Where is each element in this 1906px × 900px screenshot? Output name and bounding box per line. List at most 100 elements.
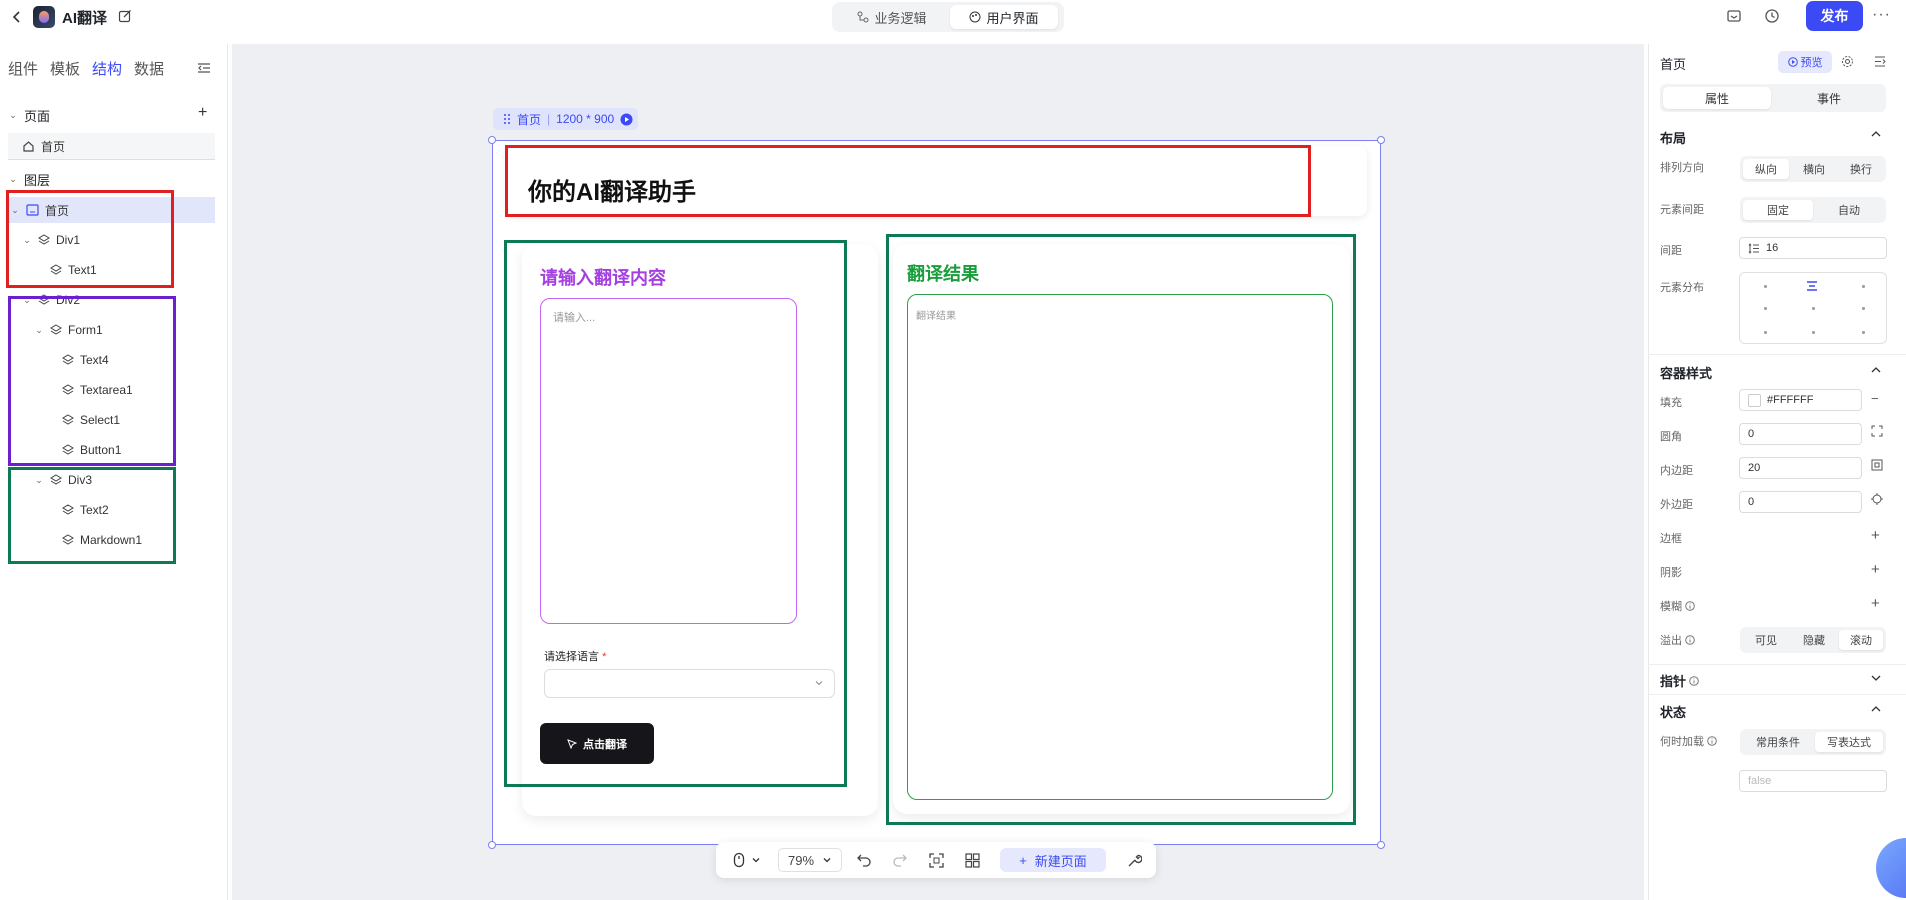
publish-button[interactable]: 发布 (1806, 1, 1863, 31)
add-blur-icon[interactable]: + (1871, 595, 1880, 612)
fill-input[interactable]: #FFFFFF (1739, 389, 1862, 411)
pages-section-header[interactable]: ⌄ 页面 (8, 106, 50, 125)
spacing-fixed[interactable]: 固定 (1743, 200, 1813, 220)
align-center-icon[interactable] (1806, 280, 1818, 292)
more-icon[interactable]: ··· (1872, 6, 1891, 24)
play-icon[interactable] (620, 113, 633, 126)
chevron-down-icon[interactable] (1870, 672, 1882, 684)
radius-input[interactable]: 0 (1739, 423, 1862, 445)
app-title: AI翻译 (62, 10, 108, 27)
info-icon[interactable] (1707, 736, 1717, 746)
gap-label: 间距 (1660, 245, 1682, 257)
collapse-right-icon[interactable] (1874, 56, 1886, 67)
property-tabs: 属性 事件 (1660, 84, 1886, 112)
settings-icon[interactable] (1841, 55, 1854, 68)
annotation-box-red (6, 190, 174, 288)
line-height-icon (1748, 242, 1760, 254)
history-icon[interactable] (1764, 8, 1782, 26)
save-icon[interactable] (1726, 8, 1744, 26)
chevron-up-icon[interactable] (1870, 703, 1882, 715)
tab-components[interactable]: 组件 (8, 58, 38, 79)
mouse-icon (733, 852, 745, 868)
add-border-icon[interactable]: + (1871, 527, 1880, 544)
corner-radius-icon[interactable] (1871, 425, 1883, 437)
expression-input[interactable]: false (1739, 770, 1887, 792)
tab-business-logic[interactable]: 业务逻辑 (842, 5, 942, 29)
direction-vertical[interactable]: 纵向 (1743, 159, 1789, 179)
overflow-visible[interactable]: 可见 (1743, 630, 1789, 650)
redo-icon[interactable] (888, 848, 912, 872)
layers-section-header[interactable]: ⌄ 图层 (8, 170, 50, 189)
home-icon (22, 140, 35, 153)
add-page-icon[interactable]: + (198, 104, 207, 122)
edit-icon[interactable] (118, 9, 132, 23)
margin-sides-icon[interactable] (1871, 493, 1883, 505)
remove-fill-icon[interactable]: − (1871, 391, 1879, 406)
back-icon[interactable] (8, 8, 26, 26)
gap-input[interactable]: 16 (1739, 237, 1887, 259)
padding-input[interactable]: 20 (1739, 457, 1862, 479)
collapse-panel-icon[interactable] (197, 62, 211, 74)
divider (1648, 694, 1906, 695)
pointer-mode-dropdown[interactable] (722, 848, 772, 872)
spacing-auto[interactable]: 自动 (1815, 200, 1883, 220)
padding-sides-icon[interactable] (1871, 459, 1883, 471)
layout-section-header[interactable]: 布局 (1660, 128, 1686, 147)
direction-wrap[interactable]: 换行 (1839, 159, 1883, 179)
margin-label: 外边距 (1660, 499, 1693, 511)
blur-label: 模糊 (1660, 598, 1695, 614)
info-icon (1689, 675, 1699, 686)
frame-tag[interactable]: 首页 | 1200 * 900 (493, 108, 638, 130)
state-section-header[interactable]: 状态 (1660, 702, 1686, 721)
distribution-grid[interactable] (1739, 272, 1887, 344)
page-item-home[interactable]: 首页 (8, 133, 215, 160)
direction-horizontal[interactable]: 横向 (1791, 159, 1837, 179)
overflow-hidden[interactable]: 隐藏 (1791, 630, 1837, 650)
frame-name: 首页 (517, 112, 542, 127)
top-bar: AI翻译 业务逻辑 用户界面 发布 ··· (0, 0, 1906, 34)
resize-handle[interactable] (488, 841, 496, 849)
mode-switcher: 业务逻辑 用户界面 (832, 2, 1064, 32)
spacing-mode-label: 元素间距 (1660, 204, 1704, 216)
tab-templates[interactable]: 模板 (50, 58, 80, 79)
load-when-label: 何时加载 (1660, 733, 1717, 749)
tab-data[interactable]: 数据 (134, 58, 164, 79)
color-swatch[interactable] (1748, 393, 1761, 407)
new-page-button[interactable]: + 新建页面 (1000, 848, 1106, 872)
resize-handle[interactable] (1377, 841, 1385, 849)
load-when-segmented: 常用条件 写表达式 (1740, 729, 1886, 755)
palette-icon (969, 11, 981, 23)
direction-label: 排列方向 (1660, 162, 1704, 174)
shadow-label: 阴影 (1660, 567, 1682, 579)
wrench-icon[interactable] (1122, 848, 1146, 872)
container-style-section-header[interactable]: 容器样式 (1660, 363, 1712, 382)
margin-input[interactable]: 0 (1739, 491, 1862, 513)
bottom-toolbar: 79% + 新建页面 (716, 842, 1156, 878)
border-label: 边框 (1660, 533, 1682, 545)
zoom-dropdown[interactable]: 79% (778, 848, 842, 872)
fill-label: 填充 (1660, 397, 1682, 409)
undo-icon[interactable] (852, 848, 876, 872)
divider (1648, 354, 1906, 355)
grid-icon[interactable] (960, 848, 984, 872)
tab-user-interface[interactable]: 用户界面 (950, 5, 1058, 29)
divider (1648, 664, 1906, 665)
resize-handle[interactable] (1377, 136, 1385, 144)
overflow-scroll[interactable]: 滚动 (1839, 630, 1883, 650)
flow-icon (857, 11, 869, 23)
tab-properties[interactable]: 属性 (1663, 87, 1771, 109)
pointer-section-header[interactable]: 指针 (1660, 671, 1699, 690)
load-common-conditions[interactable]: 常用条件 (1743, 732, 1813, 752)
info-icon[interactable] (1685, 635, 1695, 645)
tab-structure[interactable]: 结构 (92, 58, 122, 79)
drag-handle-icon[interactable] (503, 113, 511, 125)
tab-events[interactable]: 事件 (1775, 87, 1883, 109)
chevron-up-icon[interactable] (1870, 364, 1882, 376)
chevron-up-icon[interactable] (1870, 128, 1882, 140)
info-icon[interactable] (1685, 601, 1695, 611)
fit-screen-icon[interactable] (924, 848, 948, 872)
resize-handle[interactable] (488, 136, 496, 144)
add-shadow-icon[interactable]: + (1871, 561, 1880, 578)
preview-button[interactable]: 预览 (1778, 51, 1832, 73)
load-write-expression[interactable]: 写表达式 (1815, 732, 1883, 752)
